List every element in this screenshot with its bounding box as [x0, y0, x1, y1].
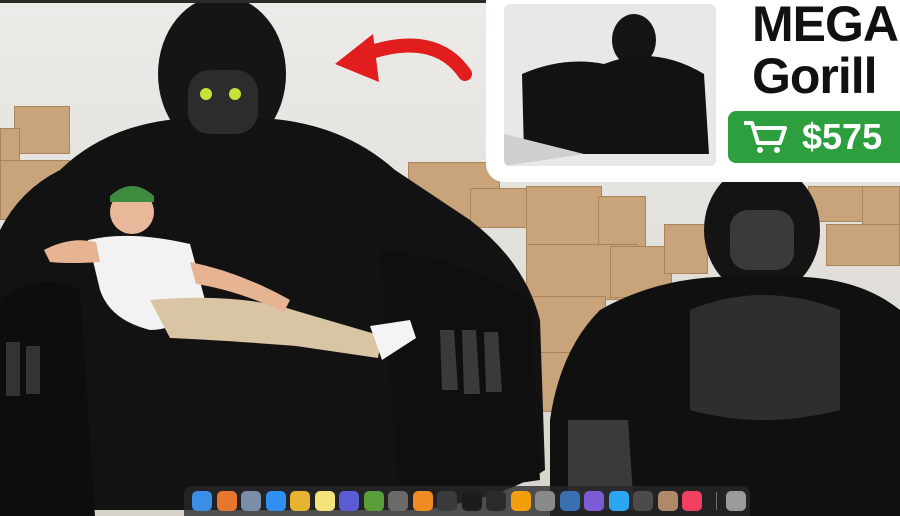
clock-icon[interactable]	[437, 491, 457, 511]
music-icon[interactable]	[682, 491, 702, 511]
trash-icon[interactable]	[726, 491, 746, 511]
firefox-icon[interactable]	[216, 491, 237, 511]
minecraft-icon[interactable]	[363, 491, 384, 511]
dock-separator	[716, 492, 717, 510]
inset-title-line1: MEGA	[752, 0, 899, 52]
app-icon[interactable]	[584, 491, 604, 511]
messages-icon[interactable]	[608, 491, 629, 511]
cart-icon	[744, 121, 787, 153]
notes-icon[interactable]	[314, 491, 335, 511]
chrome-icon[interactable]	[290, 491, 310, 511]
giant-gorilla-chair	[0, 0, 545, 516]
inset-title: MEGA Gorill	[752, 0, 899, 104]
app-icon[interactable]	[657, 491, 678, 511]
app-icon[interactable]	[535, 491, 555, 511]
product-photo	[504, 4, 716, 166]
safari-icon[interactable]	[265, 491, 286, 511]
terminal-icon[interactable]	[461, 491, 482, 511]
macos-dock	[184, 486, 750, 516]
app-icon[interactable]	[241, 491, 261, 511]
inset-title-line2: Gorill	[752, 48, 878, 104]
virtualbox-icon[interactable]	[559, 491, 580, 511]
app-icon[interactable]	[339, 491, 359, 511]
gorilla-chair-black	[550, 164, 900, 516]
finder-icon[interactable]	[192, 491, 212, 511]
app-icon[interactable]	[633, 491, 653, 511]
blender-icon[interactable]	[412, 491, 433, 511]
app-icon[interactable]	[388, 491, 408, 511]
price-label: $575	[802, 116, 883, 157]
thumbnail-scene: MEGA Gorill $575	[0, 0, 900, 516]
price-badge: $575	[728, 111, 900, 163]
sublime-text-icon[interactable]	[510, 491, 531, 511]
activity-monitor-icon[interactable]	[486, 491, 506, 511]
red-arrow-icon	[335, 34, 472, 82]
